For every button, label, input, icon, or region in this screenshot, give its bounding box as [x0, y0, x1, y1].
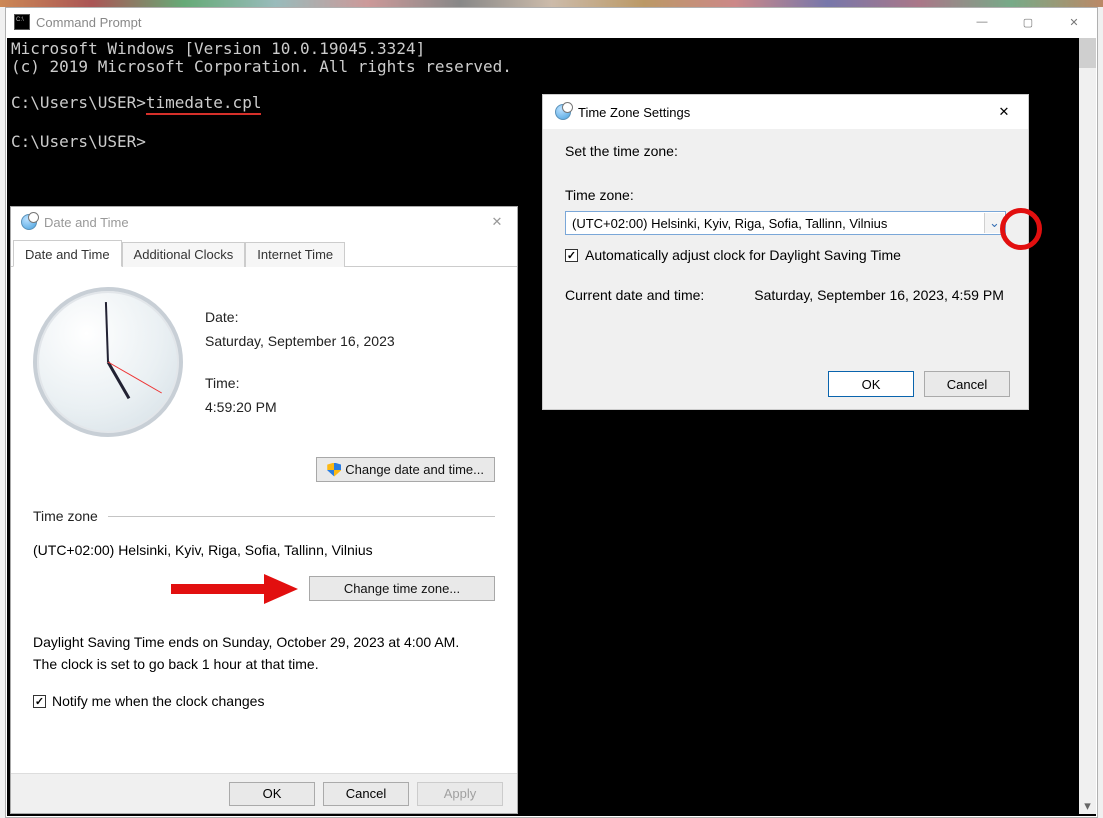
date-label: Date: [205, 309, 395, 325]
ok-button[interactable]: OK [229, 782, 315, 806]
dst-checkbox[interactable]: ✓ [565, 249, 578, 262]
globe-clock-icon [21, 214, 37, 230]
shield-icon [327, 463, 341, 477]
tab-panel: Date: Saturday, September 16, 2023 Time:… [11, 267, 517, 709]
scroll-down-icon[interactable]: ▾ [1079, 797, 1096, 814]
tabstrip: Date and Time Additional Clocks Internet… [11, 239, 517, 267]
dst-info-line2: The clock is set to go back 1 hour at th… [33, 653, 495, 675]
time-label: Time: [205, 375, 395, 391]
cmd-icon [14, 14, 30, 30]
date-time-window: Date and Time ✕ Date and Time Additional… [10, 206, 518, 814]
change-date-time-button[interactable]: Change date and time... [316, 457, 495, 482]
close-button[interactable]: ✕ [1051, 8, 1097, 36]
timezone-section-label: Time zone [33, 508, 98, 524]
clock-minute-hand [105, 302, 109, 362]
notify-checkbox[interactable]: ✓ [33, 695, 46, 708]
close-button[interactable]: ✕ [483, 211, 511, 233]
decorative-strip [0, 0, 1103, 7]
annotation-circle [1000, 208, 1042, 250]
date-value: Saturday, September 16, 2023 [205, 333, 395, 349]
console-prompt: C:\Users\USER> [11, 93, 146, 112]
timezone-value: (UTC+02:00) Helsinki, Kyiv, Riga, Sofia,… [33, 542, 495, 558]
console-line: (c) 2019 Microsoft Corporation. All righ… [11, 57, 512, 76]
scrollbar[interactable]: ▴ ▾ [1079, 38, 1096, 814]
console-line: Microsoft Windows [Version 10.0.19045.33… [11, 39, 425, 58]
analog-clock [33, 287, 183, 437]
cancel-button[interactable]: Cancel [323, 782, 409, 806]
tab-additional-clocks[interactable]: Additional Clocks [122, 242, 246, 267]
cmd-titlebar[interactable]: Command Prompt — ▢ ✕ [6, 8, 1097, 36]
notify-label: Notify me when the clock changes [52, 693, 264, 709]
dst-checkbox-label: Automatically adjust clock for Daylight … [585, 247, 901, 263]
date-time-title: Date and Time [44, 215, 483, 230]
tab-internet-time[interactable]: Internet Time [245, 242, 345, 267]
current-datetime-value: Saturday, September 16, 2023, 4:59 PM [754, 287, 1004, 303]
console-command: timedate.cpl [146, 94, 262, 115]
timezone-combobox[interactable]: (UTC+02:00) Helsinki, Kyiv, Riga, Sofia,… [565, 211, 1006, 235]
date-time-titlebar[interactable]: Date and Time ✕ [11, 207, 517, 237]
cmd-title: Command Prompt [36, 15, 959, 30]
dialog-footer: OK Cancel Apply [11, 773, 517, 813]
time-value: 4:59:20 PM [205, 399, 395, 415]
timezone-label: Time zone: [565, 187, 1006, 203]
minimize-button[interactable]: — [959, 8, 1005, 36]
ok-button[interactable]: OK [828, 371, 914, 397]
apply-button: Apply [417, 782, 503, 806]
divider [108, 516, 495, 517]
timezone-titlebar[interactable]: Time Zone Settings ✕ [543, 95, 1028, 129]
annotation-arrow [171, 577, 301, 601]
set-timezone-label: Set the time zone: [565, 143, 1006, 159]
maximize-button[interactable]: ▢ [1005, 8, 1051, 36]
current-datetime-label: Current date and time: [565, 287, 704, 303]
cancel-button[interactable]: Cancel [924, 371, 1010, 397]
scroll-thumb[interactable] [1079, 38, 1096, 68]
timezone-combo-value: (UTC+02:00) Helsinki, Kyiv, Riga, Sofia,… [572, 216, 887, 231]
timezone-settings-window: Time Zone Settings ✕ Set the time zone: … [542, 94, 1029, 410]
tab-date-time[interactable]: Date and Time [13, 240, 122, 267]
globe-clock-icon [555, 104, 571, 120]
timezone-title: Time Zone Settings [578, 105, 990, 120]
dst-info-line1: Daylight Saving Time ends on Sunday, Oct… [33, 631, 495, 653]
close-button[interactable]: ✕ [990, 101, 1018, 123]
console-prompt: C:\Users\USER> [11, 132, 146, 151]
change-time-zone-button[interactable]: Change time zone... [309, 576, 495, 601]
